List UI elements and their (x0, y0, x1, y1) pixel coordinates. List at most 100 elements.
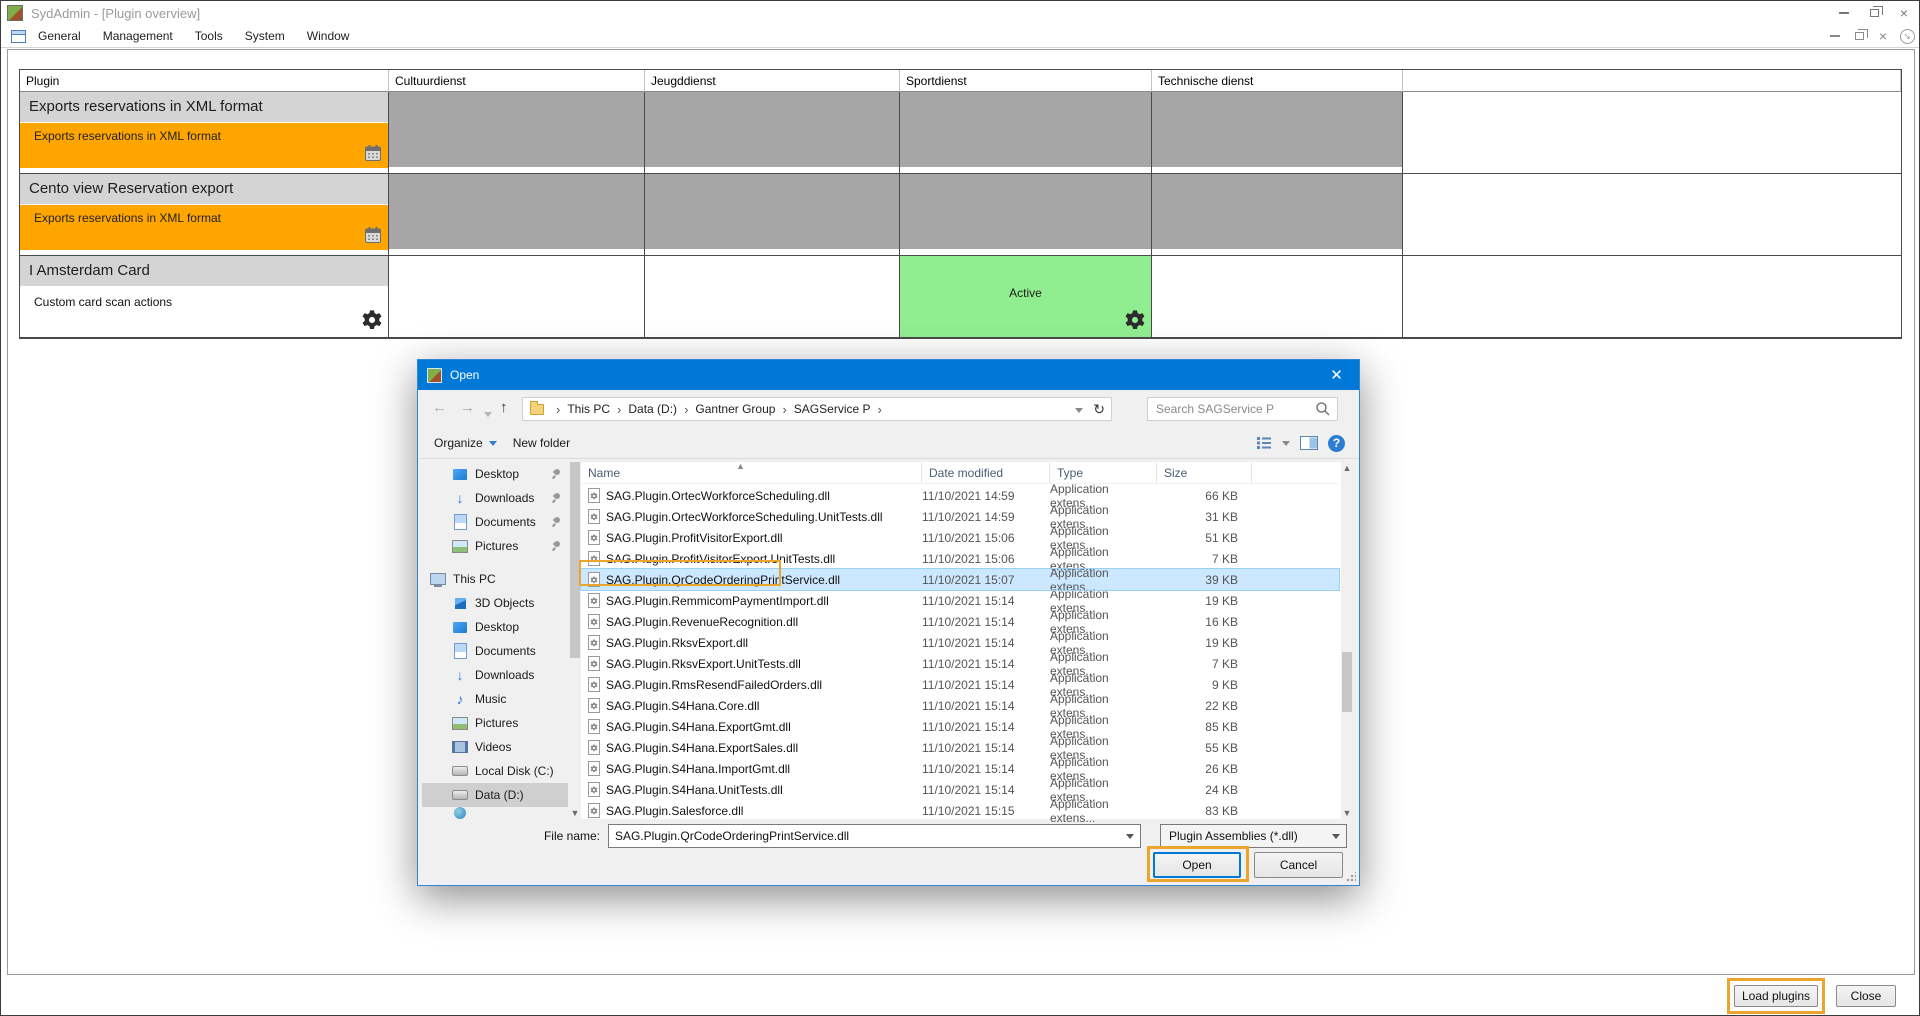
minimize-button[interactable] (1829, 1, 1859, 25)
file-row[interactable]: SAG.Plugin.S4Hana.Core.dll11/10/2021 15:… (581, 695, 1339, 716)
file-row[interactable]: SAG.Plugin.S4Hana.UnitTests.dll11/10/202… (581, 779, 1339, 800)
file-row[interactable]: SAG.Plugin.Salesforce.dll11/10/2021 15:1… (581, 800, 1339, 821)
sidebar-item-local-disk-c[interactable]: Local Disk (C:) (422, 759, 568, 783)
file-list-scrollbar[interactable]: ▲ ▼ (1341, 462, 1353, 819)
service-cell-inactive[interactable] (1152, 174, 1403, 256)
up-icon[interactable]: ↑ (500, 399, 508, 416)
column-header-technische-dienst[interactable]: Technische dienst (1152, 70, 1403, 92)
organize-button[interactable]: Organize (434, 436, 497, 450)
sidebar-item-documents[interactable]: Documents (422, 510, 568, 534)
chevron-down-icon[interactable] (1120, 834, 1140, 839)
service-cell-inactive[interactable] (645, 174, 900, 256)
sidebar-item-downloads[interactable]: ↓Downloads (422, 663, 568, 687)
sidebar-item-pictures[interactable]: Pictures (422, 711, 568, 735)
mdi-minimize-button[interactable] (1823, 35, 1847, 37)
sidebar-item-documents[interactable]: Documents (422, 639, 568, 663)
breadcrumb-item[interactable]: Data (D:) (628, 402, 677, 416)
service-cell-inactive[interactable] (900, 174, 1152, 256)
dialog-close-button[interactable]: ✕ (1314, 360, 1359, 390)
restore-button[interactable] (1859, 1, 1889, 25)
file-row[interactable]: SAG.Plugin.RemmicomPaymentImport.dll11/1… (581, 590, 1339, 611)
menu-tools[interactable]: Tools (195, 29, 223, 43)
full-screen-toggle-icon[interactable]: ↘ (1895, 29, 1919, 44)
service-cell-blank[interactable] (645, 256, 900, 338)
cancel-button[interactable]: Cancel (1254, 852, 1343, 878)
file-name-combo[interactable]: SAG.Plugin.QrCodeOrderingPrintService.dl… (608, 824, 1141, 848)
file-row[interactable]: SAG.Plugin.S4Hana.ExportSales.dll11/10/2… (581, 737, 1339, 758)
service-cell-inactive[interactable] (389, 92, 645, 174)
menu-general[interactable]: General (38, 29, 81, 43)
column-header-jeugddienst[interactable]: Jeugddienst (645, 70, 900, 92)
column-header-type[interactable]: Type (1050, 463, 1157, 483)
sidebar-item-this-pc[interactable]: This PC (422, 567, 568, 591)
sidebar-item-downloads[interactable]: ↓Downloads (422, 486, 568, 510)
forward-icon[interactable]: → (460, 399, 475, 416)
file-row[interactable]: SAG.Plugin.ProfitVisitorExport.UnitTests… (581, 548, 1339, 569)
service-cell-blank[interactable] (1152, 256, 1403, 338)
address-dropdown-icon[interactable] (1075, 402, 1083, 416)
gear-icon[interactable] (361, 309, 383, 334)
search-input[interactable] (1148, 402, 1315, 416)
sidebar-item-pictures[interactable]: Pictures (422, 534, 568, 558)
file-row[interactable]: SAG.Plugin.QrCodeOrderingPrintService.dl… (581, 569, 1339, 590)
mdi-child-icon[interactable] (11, 30, 26, 43)
gear-icon[interactable] (1124, 309, 1146, 334)
help-icon[interactable]: ? (1328, 435, 1345, 452)
column-header-date-modified[interactable]: Date modified (922, 463, 1050, 483)
close-window-button[interactable]: × (1889, 1, 1919, 25)
column-header-sportdienst[interactable]: Sportdienst (900, 70, 1152, 92)
file-row[interactable]: SAG.Plugin.ProfitVisitorExport.dll11/10/… (581, 527, 1339, 548)
sidebar-item-3d-objects[interactable]: 3D Objects (422, 591, 568, 615)
sidebar-item-videos[interactable]: Videos (422, 735, 568, 759)
scrollbar-thumb[interactable] (570, 462, 580, 658)
file-row[interactable]: SAG.Plugin.S4Hana.ImportGmt.dll11/10/202… (581, 758, 1339, 779)
sidebar-item-desktop[interactable]: Desktop (422, 615, 568, 639)
sidebar-item-network-partial[interactable] (422, 807, 568, 819)
column-header-size[interactable]: Size (1157, 463, 1252, 483)
scrollbar-thumb[interactable] (1342, 652, 1352, 712)
plugin-description-block[interactable]: Exports reservations in XML format (20, 123, 388, 168)
breadcrumb-item[interactable]: Gantner Group (695, 402, 775, 416)
column-header-plugin[interactable]: Plugin (20, 70, 389, 92)
menu-management[interactable]: Management (103, 29, 173, 43)
column-header-name[interactable]: ▲ Name (581, 463, 922, 483)
new-folder-button[interactable]: New folder (513, 436, 570, 450)
service-cell-inactive[interactable] (389, 174, 645, 256)
close-button[interactable]: Close (1836, 985, 1896, 1007)
view-dropdown-icon[interactable] (1282, 441, 1290, 446)
service-cell-inactive[interactable] (1152, 92, 1403, 174)
file-row[interactable]: SAG.Plugin.RevenueRecognition.dll11/10/2… (581, 611, 1339, 632)
resize-grip[interactable] (1346, 872, 1356, 882)
mdi-restore-button[interactable] (1847, 32, 1871, 40)
file-row[interactable]: SAG.Plugin.RksvExport.UnitTests.dll11/10… (581, 653, 1339, 674)
plugin-description-block[interactable]: Exports reservations in XML format (20, 205, 388, 250)
history-chevron-icon[interactable] (484, 404, 492, 421)
open-button[interactable]: Open (1153, 852, 1241, 878)
chevron-down-icon[interactable] (1326, 834, 1346, 839)
scroll-down-icon[interactable]: ▼ (569, 807, 581, 819)
file-type-combo[interactable]: Plugin Assemblies (*.dll) (1160, 824, 1347, 848)
breadcrumb-item[interactable]: SAGService P (794, 402, 871, 416)
sidebar-item-music[interactable]: ♪Music (422, 687, 568, 711)
column-header-cultuurdienst[interactable]: Cultuurdienst (389, 70, 645, 92)
file-row[interactable]: SAG.Plugin.RksvExport.dll11/10/2021 15:1… (581, 632, 1339, 653)
calendar-icon[interactable] (364, 144, 382, 165)
file-row[interactable]: SAG.Plugin.OrtecWorkforceScheduling.dll1… (581, 485, 1339, 506)
service-cell-inactive[interactable] (645, 92, 900, 174)
file-row[interactable]: SAG.Plugin.RmsResendFailedOrders.dll11/1… (581, 674, 1339, 695)
sidebar-item-desktop[interactable]: Desktop (422, 462, 568, 486)
scroll-up-icon[interactable]: ▲ (1341, 462, 1353, 474)
address-bar[interactable]: › This PC›Data (D:)›Gantner Group›SAGSer… (522, 397, 1112, 421)
load-plugins-button[interactable]: Load plugins (1734, 985, 1818, 1007)
sidebar-item-data-d[interactable]: Data (D:) (422, 783, 568, 807)
back-icon[interactable]: ← (432, 399, 447, 416)
breadcrumb-item[interactable]: This PC (567, 402, 610, 416)
mdi-close-button[interactable]: × (1871, 29, 1895, 43)
sidebar-scrollbar[interactable]: ▼ (569, 462, 581, 819)
service-cell-active[interactable]: Active (900, 256, 1152, 338)
service-cell-inactive[interactable] (900, 92, 1152, 174)
list-view-icon[interactable] (1256, 436, 1272, 450)
service-cell-blank[interactable] (389, 256, 645, 338)
scroll-down-icon[interactable]: ▼ (1341, 807, 1353, 819)
preview-pane-icon[interactable] (1300, 436, 1318, 450)
